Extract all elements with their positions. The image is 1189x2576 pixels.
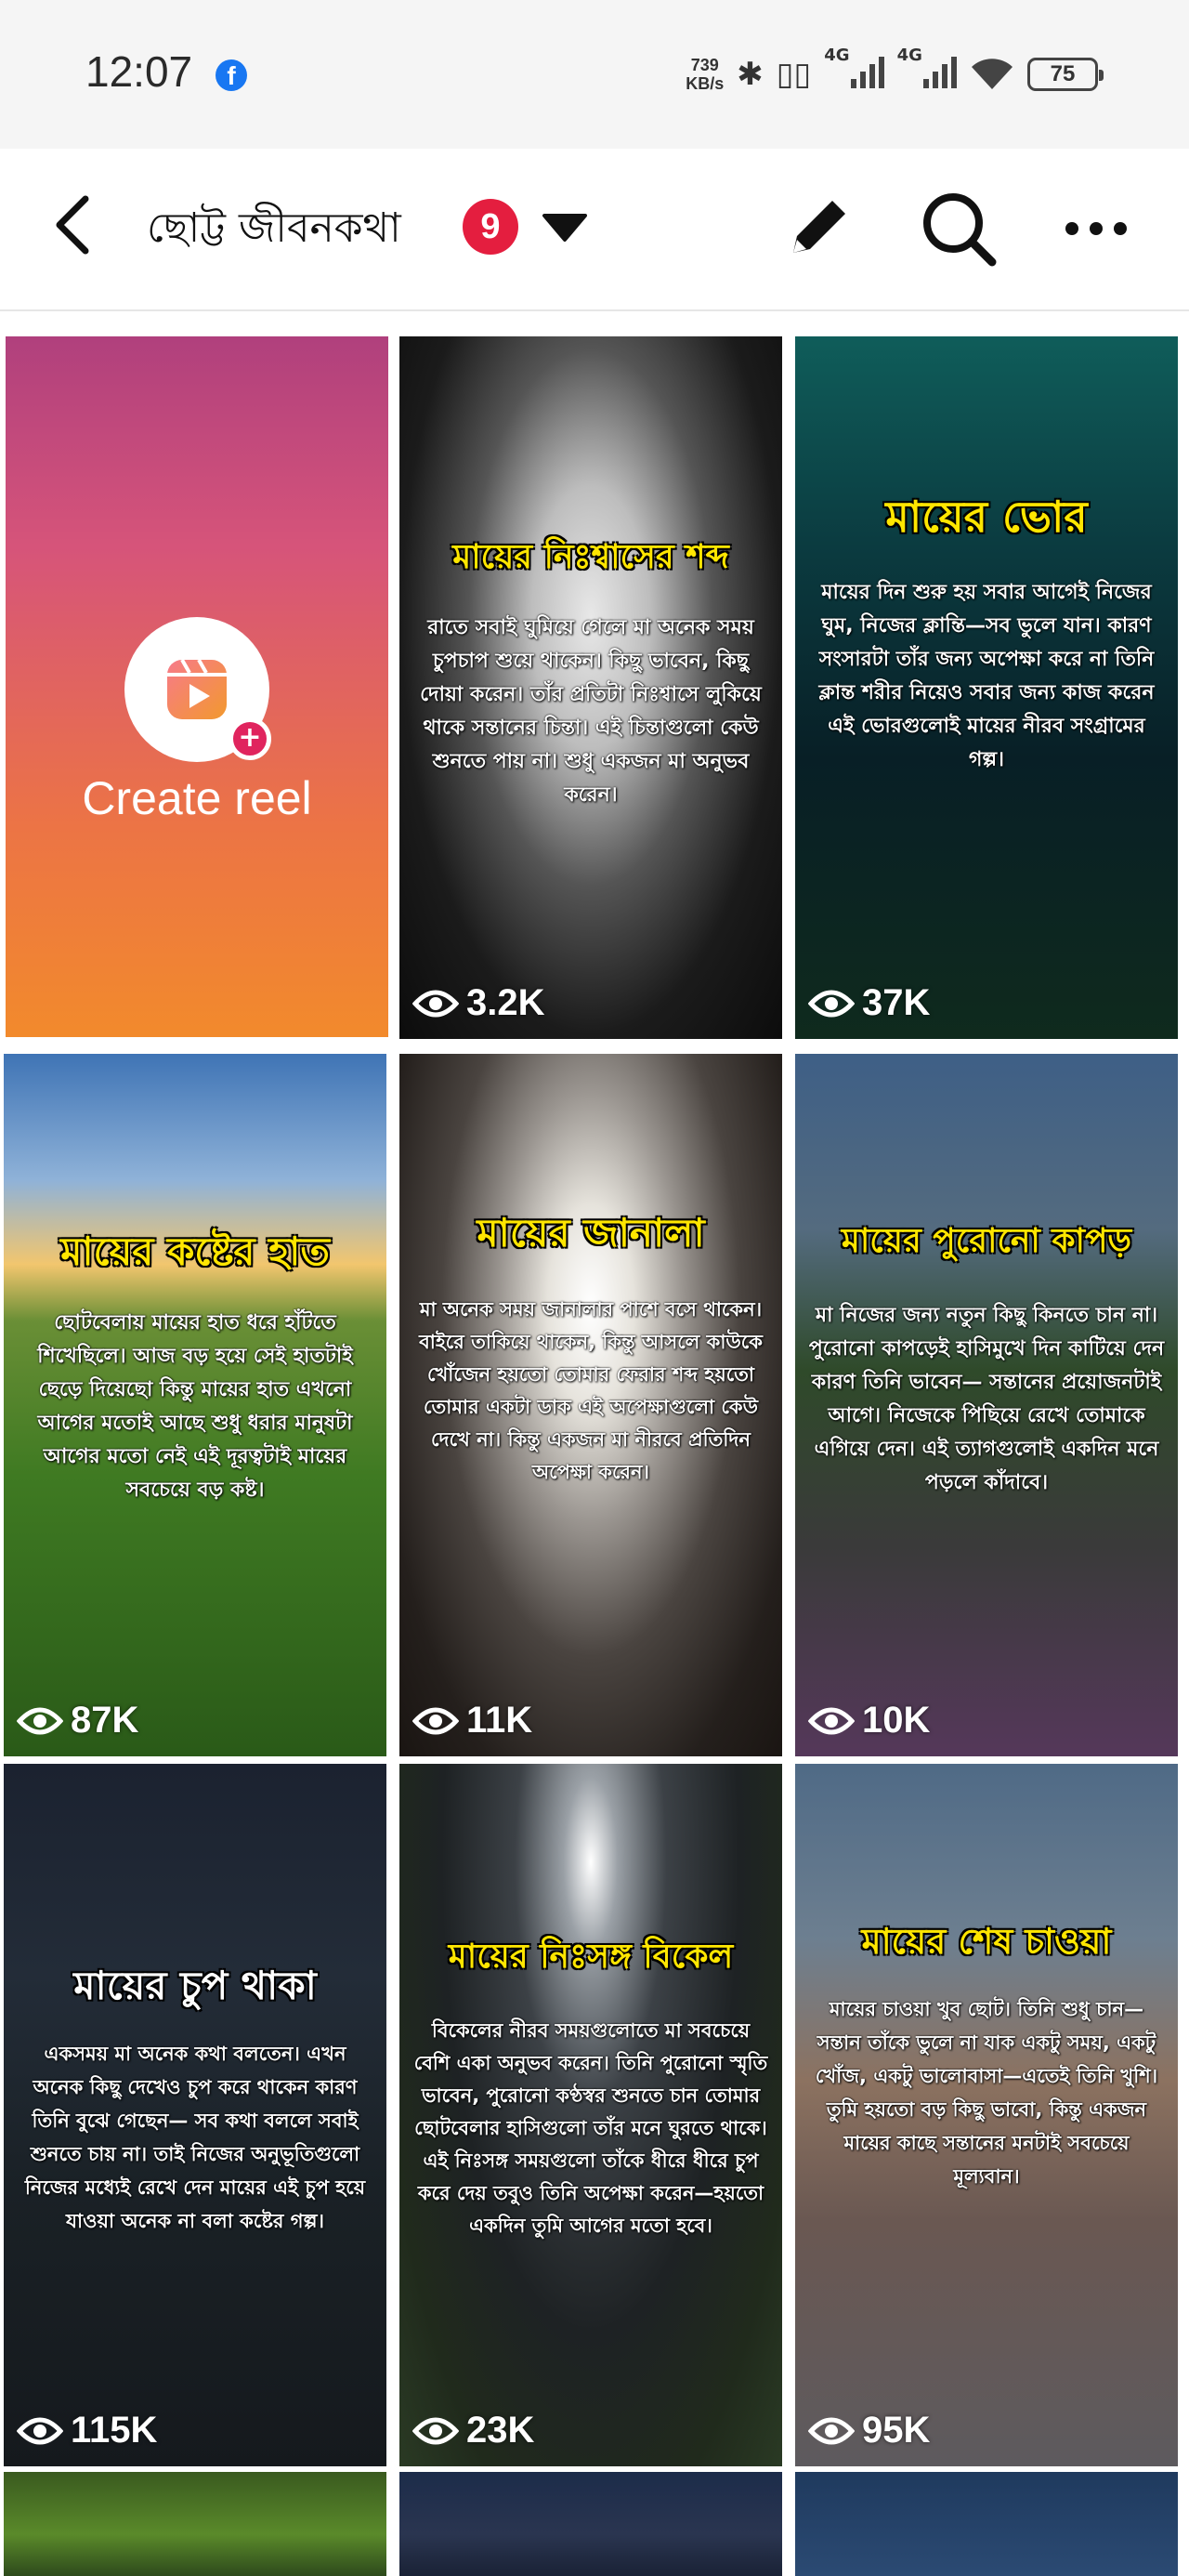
- chevron-down-icon[interactable]: [539, 206, 591, 247]
- reel-caption: মা অনেক সময় জানালার পাশে বসে থাকেন। বাই…: [419, 1298, 763, 1483]
- signal-bars-1-icon: [850, 57, 884, 88]
- reel-title: মায়ের পুরোনো কাপড়: [841, 1221, 1132, 1260]
- wifi-icon: [972, 59, 1013, 89]
- view-count: 95K: [862, 2410, 931, 2451]
- search-icon[interactable]: [916, 186, 1000, 269]
- reel-view-count: 115K: [17, 2410, 157, 2451]
- view-count: 87K: [71, 1700, 139, 1741]
- reel-tile[interactable]: মায়ের কষ্টের হাত ছোটবেলায় মায়ের হাত ধ…: [4, 1054, 386, 1756]
- reel-tile[interactable]: মায়ের চুপ থাকা একসময় মা অনেক কথা বলতেন…: [4, 1764, 386, 2466]
- view-count: 11K: [466, 1700, 533, 1741]
- eye-icon: [412, 990, 459, 1017]
- reel-title: মায়ের কষ্টের হাত: [60, 1229, 330, 1274]
- eye-icon: [17, 2417, 63, 2444]
- reel-caption: মায়ের চাওয়া খুব ছোট। তিনি শুধু চান—সন্…: [815, 1998, 1158, 2188]
- reel-title: মায়ের জানালা: [477, 1210, 705, 1255]
- facebook-notification-icon: f: [216, 59, 247, 91]
- reel-tile[interactable]: মায়ের জানালা মা অনেক সময় জানালার পাশে …: [399, 1054, 782, 1756]
- status-time: 12:07: [85, 47, 193, 96]
- status-bar: 12:07 f 739 KB/s ✱ ▯▯ 4G 4G 75: [0, 0, 1189, 149]
- reel-caption: রাতে সবাই ঘুমিয়ে গেলে মা অনেক সময় চুপচ…: [420, 616, 762, 807]
- reel-tile[interactable]: মায়ের পুরোনো কাপড় মা নিজের জন্য নতুন ক…: [795, 1054, 1178, 1756]
- reel-caption: একসময় মা অনেক কথা বলতেন। এখন অনেক কিছু …: [24, 2043, 366, 2232]
- notification-badge: 9: [463, 199, 518, 255]
- reel-view-count: 37K: [808, 982, 930, 1024]
- reel-caption: ছোটবেলায় মায়ের হাত ধরে হাঁটতে শিখেছিলে…: [37, 1311, 353, 1502]
- network-speed-unit: KB/s: [686, 74, 725, 93]
- cellular-signal-1: 4G: [824, 46, 884, 92]
- reels-grid: + Create reel মায়ের নিঃশ্বাসের শব্দ রাত…: [0, 325, 1189, 2576]
- eye-icon: [412, 2417, 459, 2444]
- reel-tile[interactable]: মায়ের ভোর মায়ের দিন শুরু হয় সবার আগেই…: [795, 336, 1178, 1039]
- create-reel-tile[interactable]: + Create reel: [6, 336, 388, 1037]
- reel-caption: বিকেলের নীরব সময়গুলোতে মা সবচেয়ে বেশি …: [413, 2019, 768, 2237]
- reel-caption: মায়ের দিন শুরু হয় সবার আগেই নিজের ঘুম,…: [818, 581, 1155, 771]
- eye-icon: [808, 1707, 855, 1734]
- reel-title: মায়ের ভোর: [885, 492, 1088, 542]
- reel-tile[interactable]: মায়ের নিঃসঙ্গ বিকেল বিকেলের নীরব সময়গু…: [399, 1764, 782, 2466]
- reel-tile-partial[interactable]: [795, 2472, 1178, 2576]
- signal-bars-2-icon: [923, 57, 957, 88]
- network-speed-value: 739: [690, 56, 719, 74]
- create-reel-label: Create reel: [82, 772, 312, 824]
- reel-title: মায়ের নিঃসঙ্গ বিকেল: [448, 1937, 734, 1976]
- page-header: ছোট্ট জীবনকথা 9: [0, 149, 1189, 311]
- cellular-signal-2: 4G: [897, 46, 957, 92]
- reel-view-count: 10K: [808, 1700, 930, 1741]
- reel-tile-partial[interactable]: [4, 2472, 386, 2576]
- reel-view-count: 87K: [17, 1700, 138, 1741]
- reel-view-count: 23K: [412, 2410, 534, 2451]
- eye-icon: [808, 990, 855, 1017]
- reel-view-count: 95K: [808, 2410, 930, 2451]
- view-count: 10K: [862, 1700, 931, 1741]
- view-count: 3.2K: [466, 982, 545, 1023]
- bluetooth-icon: ✱: [737, 56, 764, 93]
- more-options-icon[interactable]: [1059, 201, 1133, 256]
- status-indicators: 739 KB/s ✱ ▯▯ 4G 4G 75: [686, 45, 1104, 104]
- network-type-2: 4G: [896, 46, 922, 65]
- edit-pencil-icon[interactable]: [780, 188, 858, 266]
- eye-icon: [17, 1707, 63, 1734]
- network-type-1: 4G: [824, 46, 850, 65]
- reel-title: মায়ের নিঃশ্বাসের শব্দ: [452, 537, 729, 576]
- page-title[interactable]: ছোট্ট জীবনকথা: [147, 197, 401, 265]
- add-icon: +: [229, 717, 271, 760]
- battery-icon: 75: [1027, 58, 1104, 91]
- reel-title: মায়ের চুপ থাকা: [73, 1963, 317, 2008]
- view-count: 115K: [71, 2410, 158, 2451]
- eye-icon: [808, 2417, 855, 2444]
- vibrate-icon: ▯▯: [776, 56, 812, 93]
- reel-tile-partial[interactable]: [399, 2472, 782, 2576]
- view-count: 37K: [862, 982, 931, 1023]
- reel-view-count: 3.2K: [412, 982, 545, 1024]
- eye-icon: [412, 1707, 459, 1734]
- reel-tile[interactable]: মায়ের শেষ চাওয়া মায়ের চাওয়া খুব ছোট।…: [795, 1764, 1178, 2466]
- network-speed: 739 KB/s: [686, 56, 724, 93]
- view-count: 23K: [466, 2410, 535, 2451]
- back-arrow-icon[interactable]: [45, 188, 104, 262]
- reel-view-count: 11K: [412, 1700, 532, 1741]
- reel-title: মায়ের শেষ চাওয়া: [861, 1920, 1112, 1962]
- reel-tile[interactable]: মায়ের নিঃশ্বাসের শব্দ রাতে সবাই ঘুমিয়ে…: [399, 336, 782, 1039]
- reel-caption: মা নিজের জন্য নতুন কিছু কিনতে চান না। পু…: [808, 1304, 1165, 1494]
